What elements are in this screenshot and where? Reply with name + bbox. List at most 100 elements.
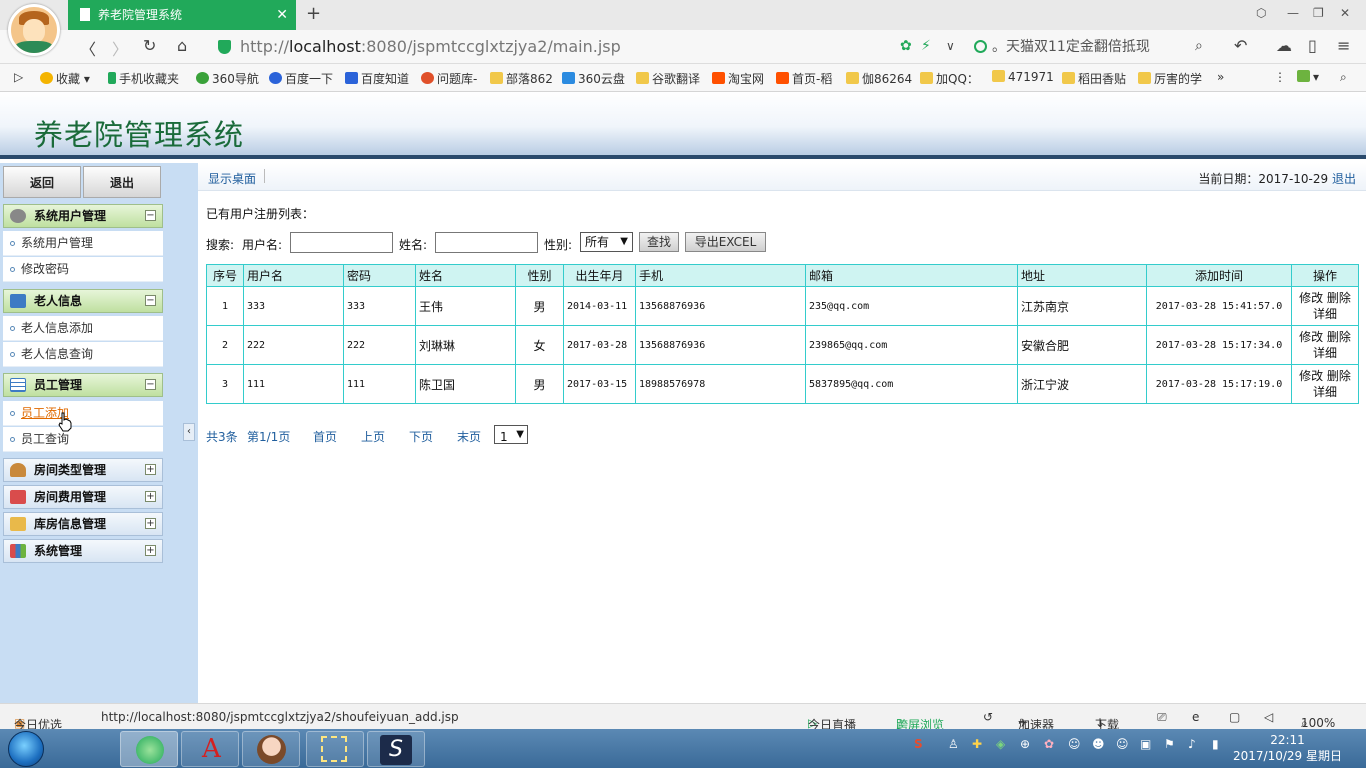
bookmark-google-translate[interactable]: 谷歌翻译 [636,70,700,87]
sidebar-group-warehouse[interactable]: 库房信息管理 + [3,512,163,536]
user-tray-icon[interactable]: ♙ [948,737,959,751]
find-button[interactable]: 查找 [639,232,679,252]
bookmark-360-cloud[interactable]: 360云盘 [562,70,625,87]
qq-tray-icon-2[interactable]: ☻ [1092,737,1105,751]
sogou-tray-icon[interactable]: S [914,737,923,751]
bookmark-taobao[interactable]: 淘宝网 [712,70,764,87]
maximize-icon[interactable]: ❐ [1313,6,1324,20]
user-avatar[interactable] [8,4,60,56]
delete-link[interactable]: 删除 [1327,369,1351,383]
mode-dropdown-icon[interactable]: ∨ [946,39,955,53]
sidebar-group-system-users[interactable]: 系统用户管理 − [3,204,163,228]
back-button[interactable]: 返回 [3,166,81,198]
new-tab-icon[interactable]: + [306,3,321,24]
menu-icon[interactable]: ≡ [1337,36,1350,55]
flower-tray-icon[interactable]: ✿ [1044,737,1054,751]
forward-icon[interactable]: 〉 [112,36,128,60]
network-tray-icon[interactable]: ⊕ [1020,737,1030,751]
pager-next-link[interactable]: 下页 [409,428,433,445]
address-bar[interactable]: http://localhost:8080/jspmtccglxtzjya2/m… [212,34,872,60]
system-clock[interactable]: 22:11 2017/10/29 星期日 [1233,732,1342,764]
tab-close-icon[interactable]: ✕ [276,0,288,30]
sidebar-item-elderly-add[interactable]: 老人信息添加 [3,316,163,341]
bookmark-mobile[interactable]: 手机收藏夹 [108,70,179,87]
edit-link[interactable]: 修改 [1299,330,1323,344]
delete-link[interactable]: 删除 [1327,291,1351,305]
bookmark-folder-5[interactable]: 厉害的学 [1138,70,1202,87]
browser-search-input[interactable]: 。天猫双11定金翻倍抵现 [972,35,1212,59]
taskbar-360-browser[interactable] [120,731,178,767]
history-icon[interactable]: ↺ [983,710,993,724]
detail-link[interactable]: 详细 [1313,385,1337,399]
expand-icon[interactable]: + [145,491,156,502]
expand-icon[interactable]: + [145,545,156,556]
screenshot-icon[interactable]: ⎚ [1157,710,1167,725]
delete-link[interactable]: 删除 [1327,330,1351,344]
sidebar-group-staff[interactable]: 员工管理 − [3,373,163,397]
gender-select[interactable]: 所有 ▼ [580,232,633,252]
bookmark-baidu[interactable]: 百度一下 [269,70,333,87]
detail-link[interactable]: 详细 [1313,346,1337,360]
back-icon[interactable]: 〈 [80,36,96,60]
sidebar-group-room-types[interactable]: 房间类型管理 + [3,458,163,482]
sidebar-item-change-password[interactable]: 修改密码 [3,257,163,282]
pager-last-link[interactable]: 末页 [457,428,481,445]
bookmark-homepage[interactable]: 首页-稻 [776,70,832,87]
expand-icon[interactable]: + [145,464,156,475]
more-bookmarks-icon[interactable]: » [1217,70,1224,84]
bookmark-folder-4[interactable]: 稻田香贴 [1062,70,1126,87]
more-options-icon[interactable]: ⋮ [1274,70,1286,84]
ie-icon[interactable]: e [1192,710,1199,724]
home-icon[interactable]: ⌂ [177,36,187,55]
logout-button[interactable]: 退出 [83,166,161,198]
sidebar-item-staff-query[interactable]: 员工查询 [3,427,163,452]
undo-icon[interactable]: ↶ [1234,36,1247,55]
collapse-icon[interactable]: − [145,295,156,306]
signal-tray-icon[interactable]: ▮ [1212,737,1219,751]
search-icon[interactable]: ⌕ [1195,38,1203,54]
volume-tray-icon[interactable]: ♪ [1188,737,1196,751]
sidebar-group-system[interactable]: 系统管理 + [3,539,163,563]
bookmark-folder-1[interactable]: 伽86264 [846,70,912,87]
cloud-icon[interactable]: ☁ [1276,36,1292,55]
sidebar-item-elderly-query[interactable]: 老人信息查询 [3,342,163,367]
bookmark-question-bank[interactable]: 问题库- [421,70,477,87]
taskbar-photo-app[interactable] [242,731,300,767]
bookmark-favorites[interactable]: 收藏 ▾ [40,70,90,87]
taskbar-eclipse[interactable]: S [367,731,425,767]
taskbar-acrobat[interactable]: A [181,731,239,767]
start-button[interactable] [8,731,44,767]
browser-tab-active[interactable]: 养老院管理系统 ✕ [68,0,296,30]
monitor-tray-icon[interactable]: ▣ [1140,737,1151,751]
sidebar-collapse-icon[interactable]: ‹ [183,423,195,441]
qq-tray-icon-3[interactable]: ☺ [1116,737,1129,751]
skin-icon[interactable]: ⬡ [1256,6,1266,20]
bookmarks-toggle-icon[interactable]: ▷ [14,70,23,84]
bookmark-360nav[interactable]: 360导航 [196,70,259,87]
username-input[interactable] [290,232,393,253]
minimize-icon[interactable]: — [1287,6,1299,20]
zoom-search-icon[interactable]: ⌕ [1340,70,1347,85]
flag-tray-icon[interactable]: ⚑ [1164,737,1175,751]
sidebar-panel-icon[interactable]: ▯ [1308,36,1317,55]
sidebar-group-elderly[interactable]: 老人信息 − [3,289,163,313]
window-close-icon[interactable]: ✕ [1340,6,1350,20]
expand-icon[interactable]: + [145,518,156,529]
reload-icon[interactable]: ↻ [143,36,156,55]
page-select[interactable]: 1 ▼ [494,425,528,444]
name-input[interactable] [435,232,538,253]
logout-link[interactable]: 退出 [1332,172,1356,186]
shield-tray-icon[interactable]: ◈ [996,737,1005,751]
sidebar-item-staff-add[interactable]: 员工添加 [3,401,163,426]
detail-link[interactable]: 详细 [1313,307,1337,321]
sidebar-item-system-users[interactable]: 系统用户管理 [3,231,163,256]
compat-mode-icon[interactable]: ✿ [900,38,912,54]
bookmark-folder-2[interactable]: 加QQ： [920,70,979,87]
edit-link[interactable]: 修改 [1299,291,1323,305]
show-desktop-link[interactable]: 显示桌面 [208,170,256,187]
collapse-icon[interactable]: − [145,210,156,221]
sidebar-group-room-fees[interactable]: 房间费用管理 + [3,485,163,509]
window-icon[interactable]: ▢ [1229,710,1240,724]
sound-icon[interactable]: ◁ [1264,710,1273,724]
bookmark-baidu-zhidao[interactable]: 百度知道 [345,70,409,87]
